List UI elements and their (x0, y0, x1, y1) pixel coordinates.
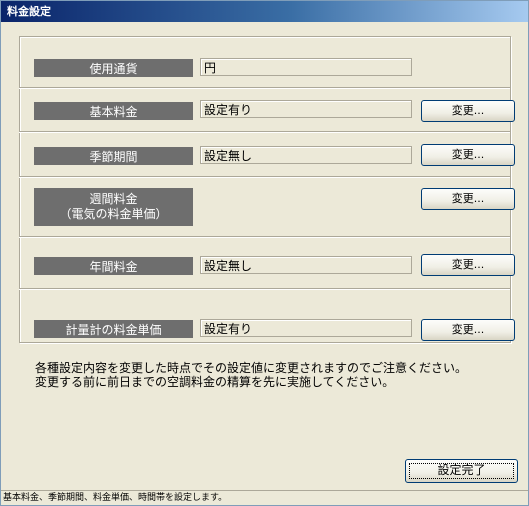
annual-rate-label: 年間料金 (34, 257, 193, 275)
weekly-rate-change-button[interactable]: 変更... (421, 188, 515, 210)
currency-value: 円 (200, 58, 412, 76)
focus-rect (409, 463, 514, 479)
status-bar: 基本料金、季節期間、料金単価、時間帯を設定します。 (1, 490, 528, 505)
notice-line-1: 各種設定内容を変更した時点でその設定値に変更されますのでご注意ください。 (35, 361, 468, 375)
meter-rate-change-button[interactable]: 変更... (421, 319, 515, 341)
meter-rate-label: 計量計の料金単価 (34, 320, 193, 338)
season-period-change-button[interactable]: 変更... (421, 144, 515, 166)
meter-rate-value: 設定有り (200, 319, 412, 337)
row-separator (19, 236, 510, 238)
basic-rate-change-button[interactable]: 変更... (421, 100, 515, 122)
status-bar-text: 基本料金、季節期間、料金単価、時間帯を設定します。 (3, 493, 228, 503)
basic-rate-label: 基本料金 (34, 102, 193, 120)
notice-text: 各種設定内容を変更した時点でその設定値に変更されますのでご注意ください。 変更す… (35, 361, 515, 389)
title-bar[interactable]: 料金設定 (1, 1, 528, 22)
window-title: 料金設定 (7, 5, 51, 18)
season-period-value: 設定無し (200, 146, 412, 164)
rate-settings-window: 料金設定 使用通貨 円 基本料金 設定有り 変更... 季節期間 設定無し 変更… (0, 0, 529, 506)
row-separator (19, 131, 510, 133)
row-separator (19, 288, 510, 290)
settings-done-button[interactable]: 設定完了 (405, 459, 518, 483)
currency-label: 使用通貨 (34, 59, 193, 77)
season-period-label: 季節期間 (34, 147, 193, 165)
notice-line-2: 変更する前に前日までの空調料金の精算を先に実施してください。 (35, 375, 395, 389)
annual-rate-change-button[interactable]: 変更... (421, 254, 515, 276)
row-separator (19, 176, 510, 178)
weekly-rate-label: 週間料金 （電気の料金単価） (34, 188, 193, 226)
basic-rate-value: 設定有り (200, 100, 412, 118)
annual-rate-value: 設定無し (200, 256, 412, 274)
row-separator (19, 87, 510, 89)
